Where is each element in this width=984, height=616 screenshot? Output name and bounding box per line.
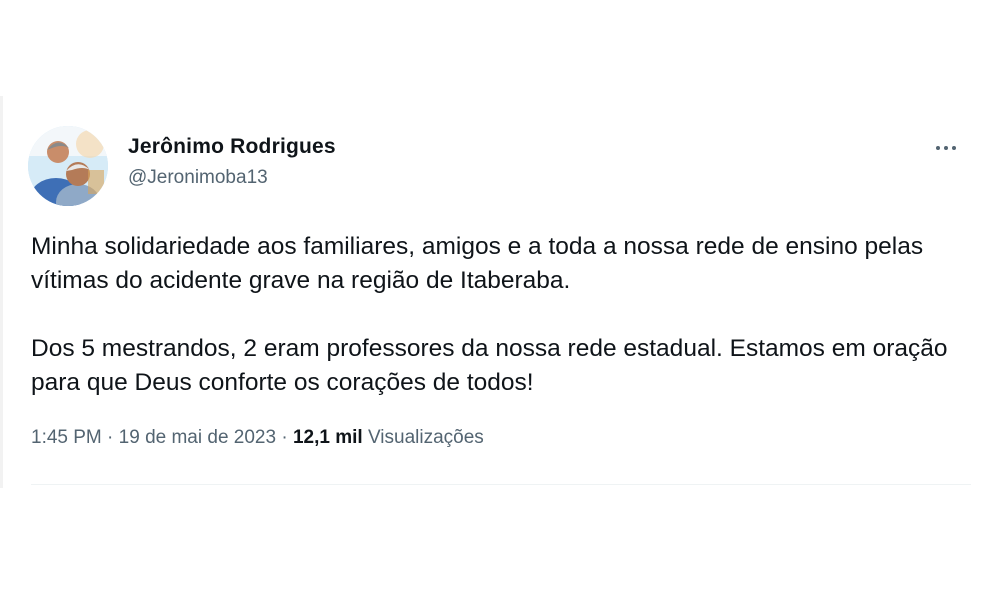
more-horizontal-icon [936,146,940,150]
avatar-photo [28,126,108,206]
tweet-text: Minha solidariedade aos familiares, amig… [31,230,961,400]
more-horizontal-icon-dot [952,146,956,150]
more-horizontal-icon-dot [944,146,948,150]
tweet-time-link[interactable]: 1:45 PM [31,427,102,448]
tweet-paragraph: Minha solidariedade aos familiares, amig… [31,233,924,294]
tweet-date-link[interactable]: 19 de mai de 2023 [119,427,276,448]
views-count: 12,1 mil [292,427,363,448]
tweet-paragraph: Dos 5 mestrandos, 2 eram professores da … [31,335,948,396]
meta-separator: · [101,427,119,448]
views-label: Visualizações [367,427,484,448]
more-options-button[interactable] [926,136,966,160]
author-display-name[interactable]: Jerônimo Rodrigues [128,134,336,160]
divider [31,484,971,485]
meta-separator: · [276,427,293,448]
avatar[interactable] [28,126,108,206]
tweet-card: Jerônimo Rodrigues @Jeronimoba13 Minha s… [0,96,984,488]
author-handle[interactable]: @Jeronimoba13 [128,166,336,190]
tweet-meta: 1:45 PM · 19 de mai de 2023 · 12,1 mil V… [31,426,484,450]
author-info: Jerônimo Rodrigues @Jeronimoba13 [128,134,336,190]
